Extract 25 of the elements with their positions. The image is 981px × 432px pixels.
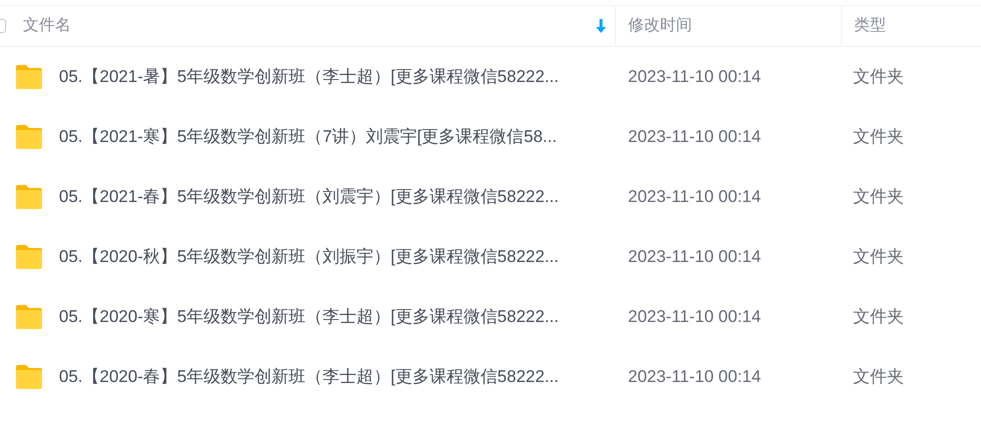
file-type: 文件夹 xyxy=(853,67,904,86)
sort-arrow-icon[interactable] xyxy=(596,19,606,33)
file-name[interactable]: 05.【2020-寒】5年级数学创新班（李士超）[更多课程微信58222... xyxy=(59,304,559,330)
file-type: 文件夹 xyxy=(853,307,904,326)
folder-icon xyxy=(14,124,44,150)
file-name[interactable]: 05.【2020-春】5年级数学创新班（李士超）[更多课程微信58222... xyxy=(59,364,559,390)
modified-time: 2023-11-10 00:14 xyxy=(628,367,761,386)
file-name[interactable]: 05.【2021-寒】5年级数学创新班（7讲）刘震宇[更多课程微信58... xyxy=(59,124,557,150)
modified-time: 2023-11-10 00:14 xyxy=(628,307,761,326)
modified-time: 2023-11-10 00:14 xyxy=(628,187,761,206)
folder-icon xyxy=(14,244,44,270)
file-type: 文件夹 xyxy=(853,187,904,206)
folder-icon xyxy=(14,304,44,330)
file-type: 文件夹 xyxy=(853,247,904,266)
file-type: 文件夹 xyxy=(853,367,904,386)
modified-time: 2023-11-10 00:14 xyxy=(628,247,761,266)
modified-time: 2023-11-10 00:14 xyxy=(628,67,761,86)
file-name[interactable]: 05.【2020-秋】5年级数学创新班（刘振宇）[更多课程微信58222... xyxy=(59,244,559,270)
file-name[interactable]: 05.【2021-暑】5年级数学创新班（李士超）[更多课程微信58222... xyxy=(59,64,559,90)
modified-time: 2023-11-10 00:14 xyxy=(628,127,761,146)
folder-icon xyxy=(14,184,44,210)
folder-icon xyxy=(14,364,44,390)
folder-icon xyxy=(14,64,44,90)
file-name[interactable]: 05.【2021-春】5年级数学创新班（刘震宇）[更多课程微信58222... xyxy=(59,184,559,210)
file-type: 文件夹 xyxy=(853,127,904,146)
